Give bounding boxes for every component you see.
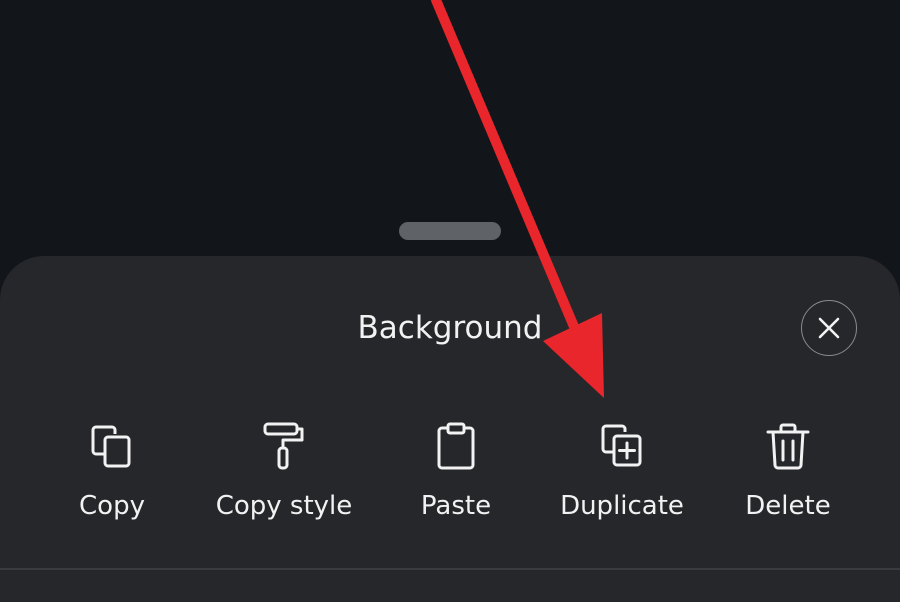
trash-icon bbox=[760, 418, 816, 474]
sheet-divider bbox=[0, 568, 900, 570]
copy-icon bbox=[84, 418, 140, 474]
copy-style-button[interactable]: Copy style bbox=[204, 418, 364, 528]
clipboard-icon bbox=[428, 418, 484, 474]
delete-button[interactable]: Delete bbox=[738, 418, 838, 528]
close-icon bbox=[818, 317, 840, 339]
paste-label: Paste bbox=[420, 491, 492, 521]
copy-style-label: Copy style bbox=[215, 491, 353, 521]
delete-label: Delete bbox=[745, 491, 831, 521]
copy-label: Copy bbox=[79, 491, 145, 521]
paste-button[interactable]: Paste bbox=[406, 418, 506, 528]
close-button[interactable] bbox=[801, 300, 857, 356]
drag-handle[interactable] bbox=[399, 222, 501, 240]
duplicate-button[interactable]: Duplicate bbox=[552, 418, 692, 528]
copy-button[interactable]: Copy bbox=[62, 418, 162, 528]
screen: Background Copy Copy style Paste Duplica… bbox=[0, 0, 900, 602]
duplicate-label: Duplicate bbox=[560, 491, 684, 521]
bottom-sheet: Background Copy Copy style Paste Duplica… bbox=[0, 256, 900, 602]
duplicate-icon bbox=[594, 418, 650, 474]
sheet-title: Background bbox=[357, 310, 543, 346]
paint-roller-icon bbox=[256, 418, 312, 474]
